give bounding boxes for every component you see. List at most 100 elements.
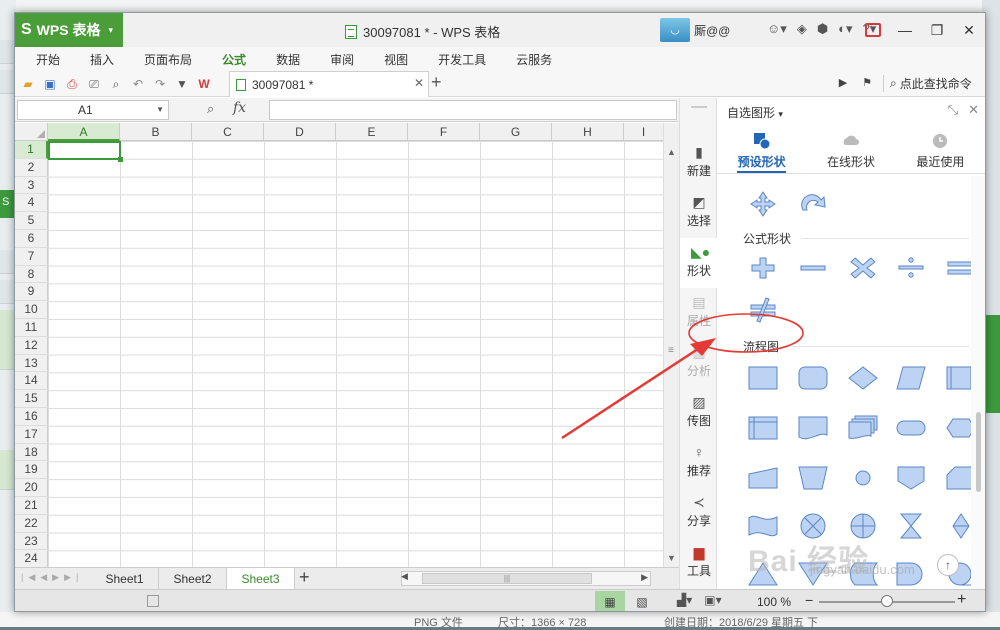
print-icon[interactable]: ⎚ (85, 75, 103, 93)
row-header[interactable]: 5 (15, 212, 48, 230)
flow-card[interactable] (945, 464, 971, 492)
zoom-in-button[interactable]: + (957, 591, 966, 609)
document-tab[interactable]: 30097081 * ✕ (229, 71, 429, 97)
zoom-lens-icon[interactable]: ⌕ (207, 101, 214, 117)
zoom-level[interactable]: 100 % (757, 595, 791, 609)
tab-recent[interactable]: 最近使用 (896, 126, 985, 173)
flag-icon[interactable]: ⚑ (859, 76, 875, 92)
app-menu-button[interactable]: S WPS 表格 ▾ (15, 13, 123, 47)
save-icon[interactable]: ▣ (41, 75, 59, 93)
restore-down-button[interactable] (857, 13, 889, 47)
column-header[interactable]: H (552, 123, 624, 141)
gear-icon[interactable]: ⬢ (817, 21, 828, 37)
vertical-scrollbar[interactable]: ▲ ≡ ▼ (663, 123, 679, 567)
row-header[interactable]: 4 (15, 194, 48, 213)
close-button[interactable]: ✕ (953, 13, 985, 47)
maximize-button[interactable]: ❐ (921, 13, 953, 47)
sidebar-item-recommend[interactable]: ♀ 推荐 (680, 438, 718, 488)
reading-mode-icon[interactable]: ▟▾ (677, 593, 692, 607)
menu-view[interactable]: 视图 (369, 51, 423, 68)
page-break-view-icon[interactable]: ▧ (627, 591, 657, 611)
row-header[interactable]: 21 (15, 496, 48, 515)
normal-view-icon[interactable]: ▦ (595, 591, 625, 611)
row-header[interactable]: 8 (15, 265, 48, 284)
column-header[interactable]: I (624, 123, 663, 141)
row-header[interactable]: 3 (15, 176, 48, 195)
column-header[interactable]: F (408, 123, 480, 141)
wps-home-icon[interactable]: W (195, 75, 213, 93)
scroll-thumb[interactable] (976, 412, 981, 492)
flow-manual-input[interactable] (747, 464, 779, 492)
undo-icon[interactable]: ↶ (129, 75, 147, 93)
flow-document[interactable] (797, 414, 829, 442)
shape-divide[interactable] (895, 254, 927, 282)
skin-icon[interactable]: ☺▾ (767, 21, 787, 37)
shape-not-equal[interactable] (747, 296, 779, 324)
sidebar-item-analysis[interactable]: ▥ 分析 (680, 338, 718, 388)
formula-input[interactable] (269, 100, 677, 120)
row-header[interactable]: 1 (15, 141, 48, 159)
sheet-tab-2[interactable]: Sheet2 (159, 568, 227, 590)
column-header[interactable]: A (48, 123, 120, 141)
close-icon[interactable]: ✕ (968, 102, 979, 118)
flow-predefined[interactable] (945, 364, 971, 392)
menu-review[interactable]: 审阅 (315, 51, 369, 68)
split-grip-icon[interactable]: ≡ (668, 345, 674, 356)
flow-collate[interactable] (895, 512, 927, 540)
feedback-icon[interactable]: ◐▾ (838, 21, 852, 37)
sidebar-item-shapes[interactable]: ◣● 形状 (680, 238, 718, 288)
row-header[interactable]: 16 (15, 407, 48, 426)
menu-cloud[interactable]: 云服务 (501, 51, 567, 68)
flow-multidocument[interactable] (847, 414, 879, 442)
select-all-corner[interactable] (15, 123, 48, 141)
flow-manual-operation[interactable] (797, 464, 829, 492)
new-tab-button[interactable]: + (431, 72, 442, 93)
shape-plus[interactable] (747, 254, 779, 282)
menu-home[interactable]: 开始 (21, 51, 75, 68)
horizontal-scrollbar[interactable]: ◀ ||| ▶ (401, 571, 651, 586)
sheet-tab-3[interactable]: Sheet3 (227, 568, 295, 590)
export-pdf-icon[interactable]: ⎙ (63, 75, 81, 93)
row-header[interactable]: 10 (15, 301, 48, 319)
zoom-out-button[interactable]: − (805, 592, 813, 608)
shape-quad-arrow[interactable] (747, 190, 779, 218)
customize-dropdown-icon[interactable]: ▼ (173, 75, 191, 93)
flow-data[interactable] (895, 364, 927, 392)
close-icon[interactable]: ✕ (414, 76, 424, 90)
sidebar-item-toolbox[interactable]: ▆ 工具 (680, 538, 718, 588)
flow-offpage-connector[interactable] (895, 464, 927, 492)
menu-page-layout[interactable]: 页面布局 (129, 51, 207, 68)
name-box[interactable]: A1 ▼ (17, 100, 169, 120)
tab-preset-shapes[interactable]: 预设形状 (717, 126, 806, 173)
column-header[interactable]: D (264, 123, 336, 141)
shape-multiply[interactable] (847, 254, 879, 282)
print-preview-icon[interactable]: ⌕ (107, 75, 125, 93)
row-header[interactable]: 20 (15, 479, 48, 497)
row-header[interactable]: 18 (15, 443, 48, 462)
row-header[interactable]: 7 (15, 247, 48, 266)
row-header[interactable]: 23 (15, 532, 48, 551)
menu-developer[interactable]: 开发工具 (423, 51, 501, 68)
sheet-nav-arrows-icon[interactable]: |◀◀▶▶| (21, 572, 83, 583)
user-account[interactable]: ◡ 厮@@ (660, 17, 730, 43)
screen-record-icon[interactable]: ▶ (835, 76, 851, 92)
redo-icon[interactable]: ↷ (151, 75, 169, 93)
scroll-right-arrow-icon[interactable]: ▶ (641, 572, 648, 583)
row-header[interactable]: 9 (15, 283, 48, 302)
row-header[interactable]: 24 (15, 550, 48, 567)
scroll-up-arrow-icon[interactable]: ▲ (667, 147, 676, 157)
sidebar-item-select[interactable]: ◩ 选择 (680, 188, 718, 238)
flow-connector[interactable] (847, 464, 879, 492)
row-header[interactable]: 17 (15, 425, 48, 444)
cell-area[interactable] (48, 141, 663, 567)
active-cell[interactable] (48, 141, 123, 162)
sidebar-item-upload-image[interactable]: ▨ 传图 (680, 388, 718, 438)
open-folder-icon[interactable]: ▰ (19, 75, 37, 93)
zoom-slider-handle[interactable] (881, 595, 893, 607)
column-header[interactable]: C (192, 123, 264, 141)
sidebar-item-properties[interactable]: ▤ 属性 (680, 288, 718, 338)
sidebar-item-new[interactable]: ▮ 新建 (680, 138, 718, 188)
flow-sort[interactable] (945, 512, 971, 540)
collapse-pane-icon[interactable]: ⤡ (948, 102, 958, 118)
row-header[interactable]: 22 (15, 514, 48, 533)
